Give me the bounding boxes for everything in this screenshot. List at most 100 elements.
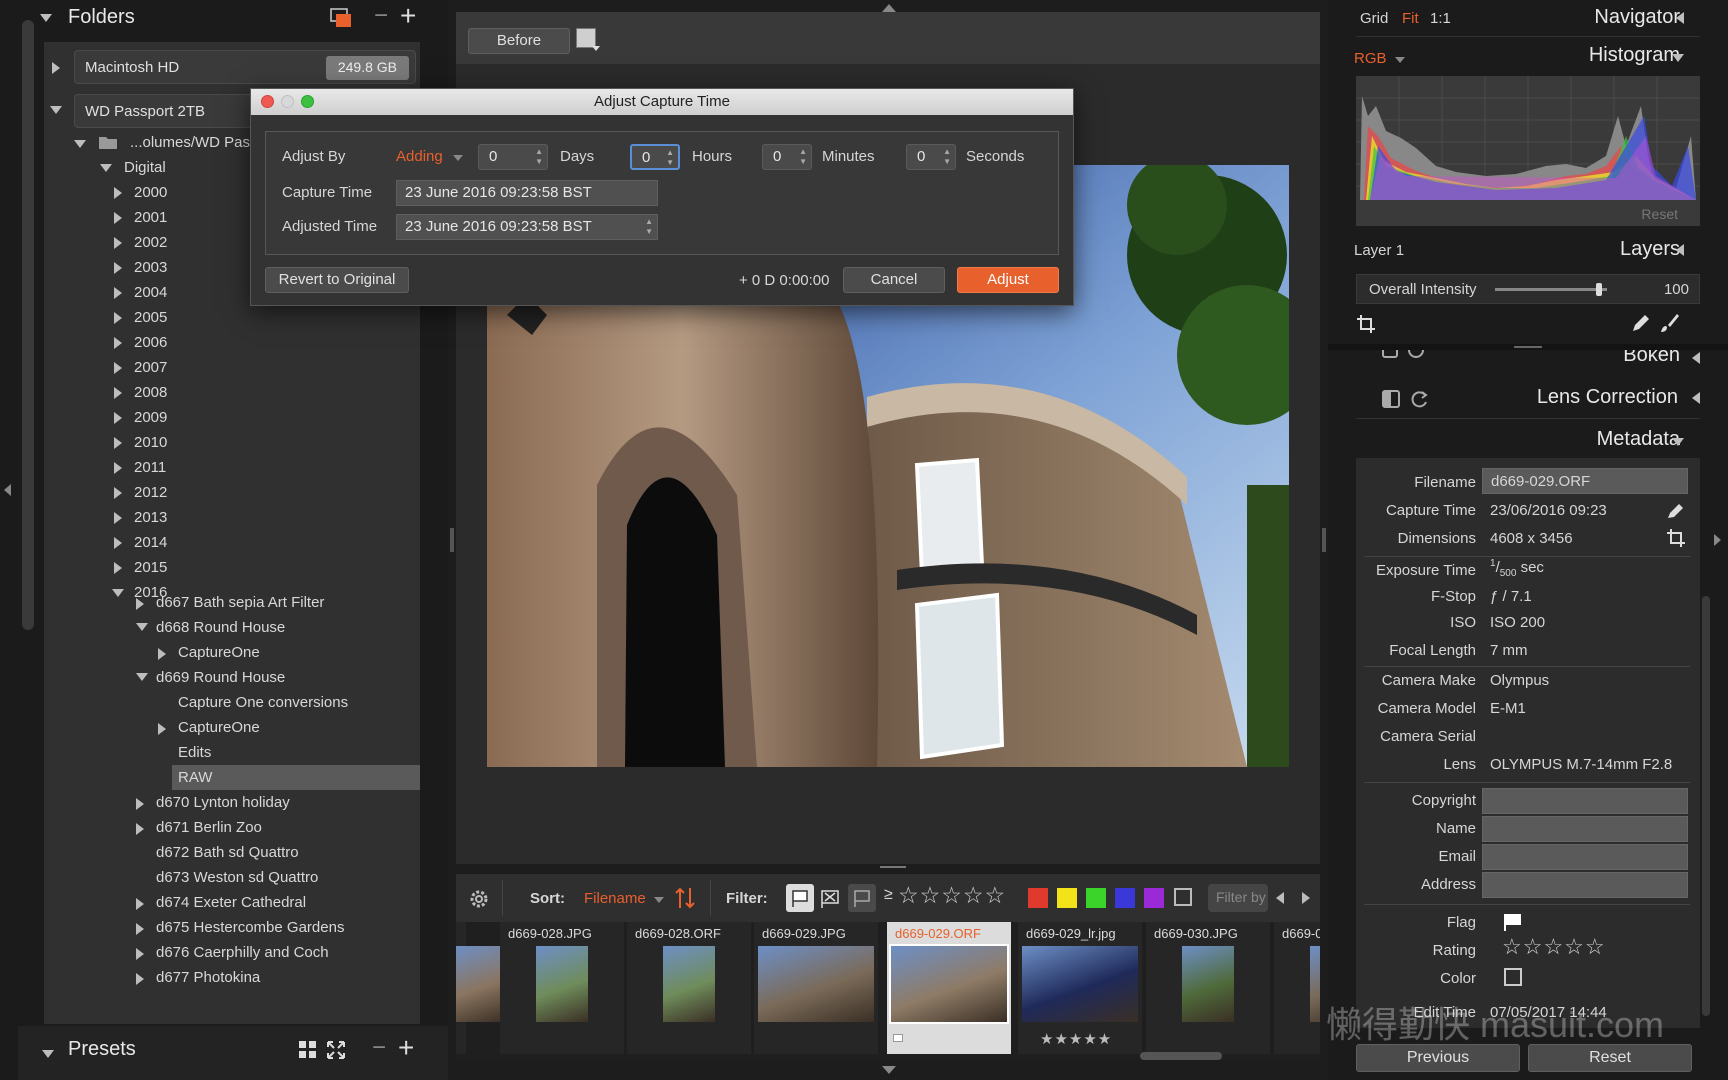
expand-folder-icon[interactable] (114, 462, 122, 474)
navigator-grid[interactable]: Grid (1360, 10, 1388, 27)
pencil-icon[interactable] (1630, 312, 1652, 334)
expand-folder-icon[interactable] (114, 262, 122, 274)
expand-folder-icon[interactable] (114, 562, 122, 574)
collapse-top-arrow-icon[interactable] (882, 4, 896, 12)
bokeh-tool-header[interactable]: Bokeh (1356, 350, 1700, 374)
color-filter-none[interactable] (1174, 888, 1192, 906)
folder-item[interactable]: RAW (172, 765, 420, 790)
navigator-fit[interactable]: Fit (1402, 10, 1419, 27)
add-preset-icon[interactable]: + (398, 1032, 414, 1064)
color-filter-swatch[interactable] (1115, 888, 1135, 908)
folder-item[interactable]: d672 Bath sd Quattro (44, 840, 420, 865)
stepper-arrows-icon[interactable]: ▲ ▼ (799, 147, 807, 167)
expand-folder-icon[interactable] (114, 512, 122, 524)
filmstrip-thumbnail[interactable]: d669-030.JPG (1146, 922, 1270, 1054)
intensity-slider-track[interactable] (1495, 283, 1607, 296)
folder-item[interactable]: d674 Exeter Cathedral (44, 890, 420, 915)
navigator-title[interactable]: Navigator (1594, 6, 1680, 29)
year-folder[interactable]: 2008 (44, 380, 420, 405)
compare-swatch[interactable] (576, 28, 596, 48)
scroll-left-icon[interactable] (1276, 892, 1284, 904)
collapse-left-arrow-icon[interactable] (4, 484, 11, 496)
lens-correction-header[interactable]: Lens Correction (1356, 384, 1700, 414)
expand-folder-icon[interactable] (114, 437, 122, 449)
collapse-folder-icon[interactable] (136, 673, 148, 681)
add-folder-icon[interactable]: + (400, 0, 416, 32)
expand-icon[interactable] (326, 1040, 346, 1060)
copyright-field[interactable] (1482, 788, 1688, 814)
sort-select[interactable]: Filename (584, 890, 664, 907)
expand-folder-icon[interactable] (136, 798, 144, 810)
layers-title[interactable]: Layers (1620, 238, 1680, 261)
folders-collapse-icon[interactable] (40, 14, 52, 22)
gear-icon[interactable] (468, 888, 490, 910)
zoom-window-icon[interactable] (301, 95, 314, 108)
collapse-volume-icon[interactable] (74, 140, 86, 148)
filmstrip-thumbnail[interactable]: d669-029.ORF (887, 922, 1011, 1054)
folder-item[interactable]: CaptureOne (44, 715, 420, 740)
remove-folder-icon[interactable]: − (374, 2, 388, 30)
color-tag-swatch[interactable] (1504, 968, 1522, 986)
filter-search-input[interactable]: Filter by (1208, 884, 1268, 912)
seconds-stepper[interactable]: 0 ▲ ▼ (906, 144, 956, 170)
folder-item[interactable]: d667 Bath sepia Art Filter (44, 590, 420, 615)
import-folder-icon[interactable] (330, 8, 352, 28)
expand-folder-icon[interactable] (114, 287, 122, 299)
expand-folder-icon[interactable] (114, 212, 122, 224)
reset-icon[interactable] (1408, 350, 1424, 358)
color-filter-swatch[interactable] (1086, 888, 1106, 908)
expand-folder-icon[interactable] (136, 823, 144, 835)
expand-folder-icon[interactable] (114, 237, 122, 249)
hours-stepper[interactable]: 0 ▲ ▼ (630, 144, 680, 170)
expand-folder-icon[interactable] (158, 648, 166, 660)
stepper-arrows-icon[interactable]: ▲ ▼ (535, 147, 543, 167)
filter-rejected-icon[interactable] (818, 886, 842, 910)
stepper-arrows-icon[interactable]: ▲ ▼ (666, 148, 674, 168)
folder-item[interactable]: d671 Berlin Zoo (44, 815, 420, 840)
rating-stars[interactable]: ☆☆☆☆☆ (1502, 934, 1606, 960)
histogram-reset[interactable]: Reset (1641, 206, 1678, 222)
stepper-arrows-icon[interactable]: ▲ ▼ (943, 147, 951, 167)
volume-item[interactable]: ...olumes/WD Pas (130, 130, 250, 155)
before-button[interactable]: Before (468, 28, 570, 54)
expand-folder-icon[interactable] (114, 537, 122, 549)
year-folder[interactable]: 2012 (44, 480, 420, 505)
expand-folder-icon[interactable] (114, 312, 122, 324)
year-folder[interactable]: 2014 (44, 530, 420, 555)
navigator-one-to-one[interactable]: 1:1 (1430, 10, 1451, 27)
layers-expand-icon[interactable] (1676, 244, 1684, 256)
folder-item[interactable]: Edits (44, 740, 420, 765)
metadata-collapse-icon[interactable] (1672, 438, 1684, 446)
rating-operator[interactable]: ≥ (884, 886, 893, 904)
color-filter-swatch[interactable] (1057, 888, 1077, 908)
intensity-slider-handle[interactable] (1596, 283, 1603, 296)
collapse-drive-icon[interactable] (50, 106, 62, 114)
expand-folder-icon[interactable] (114, 412, 122, 424)
folder-item[interactable]: d677 Photokina (44, 965, 420, 990)
year-folder[interactable]: 2011 (44, 455, 420, 480)
collapse-right-arrow-icon[interactable] (1714, 534, 1721, 546)
histogram-mode-select[interactable]: RGB (1354, 50, 1405, 67)
left-divider-handle[interactable] (450, 528, 454, 552)
sort-direction-icon[interactable] (674, 886, 696, 910)
minutes-stepper[interactable]: 0 ▲ ▼ (762, 144, 812, 170)
filmstrip-thumbnail[interactable]: d669-029_lr.jpg ★★★★★ (1018, 922, 1142, 1054)
color-filter-swatch[interactable] (1144, 888, 1164, 908)
brush-icon[interactable] (1658, 312, 1680, 334)
scroll-right-icon[interactable] (1302, 892, 1310, 904)
histogram-collapse-icon[interactable] (1672, 54, 1684, 62)
filter-unflagged-button[interactable] (848, 884, 876, 912)
adjust-mode-select[interactable]: Adding (396, 148, 463, 165)
expand-folder-icon[interactable] (158, 723, 166, 735)
expand-folder-icon[interactable] (136, 973, 144, 985)
filter-flagged-button[interactable] (786, 884, 814, 912)
navigator-expand-icon[interactable] (1676, 12, 1684, 24)
days-stepper[interactable]: 0 ▲ ▼ (478, 144, 548, 170)
filmstrip-resize-handle[interactable] (880, 866, 906, 868)
cancel-button[interactable]: Cancel (843, 267, 945, 293)
close-window-icon[interactable] (261, 95, 274, 108)
expand-folder-icon[interactable] (136, 898, 144, 910)
presets-collapse-icon[interactable] (42, 1050, 54, 1058)
edit-capture-time-icon[interactable] (1666, 500, 1686, 520)
minimize-window-icon[interactable] (281, 95, 294, 108)
